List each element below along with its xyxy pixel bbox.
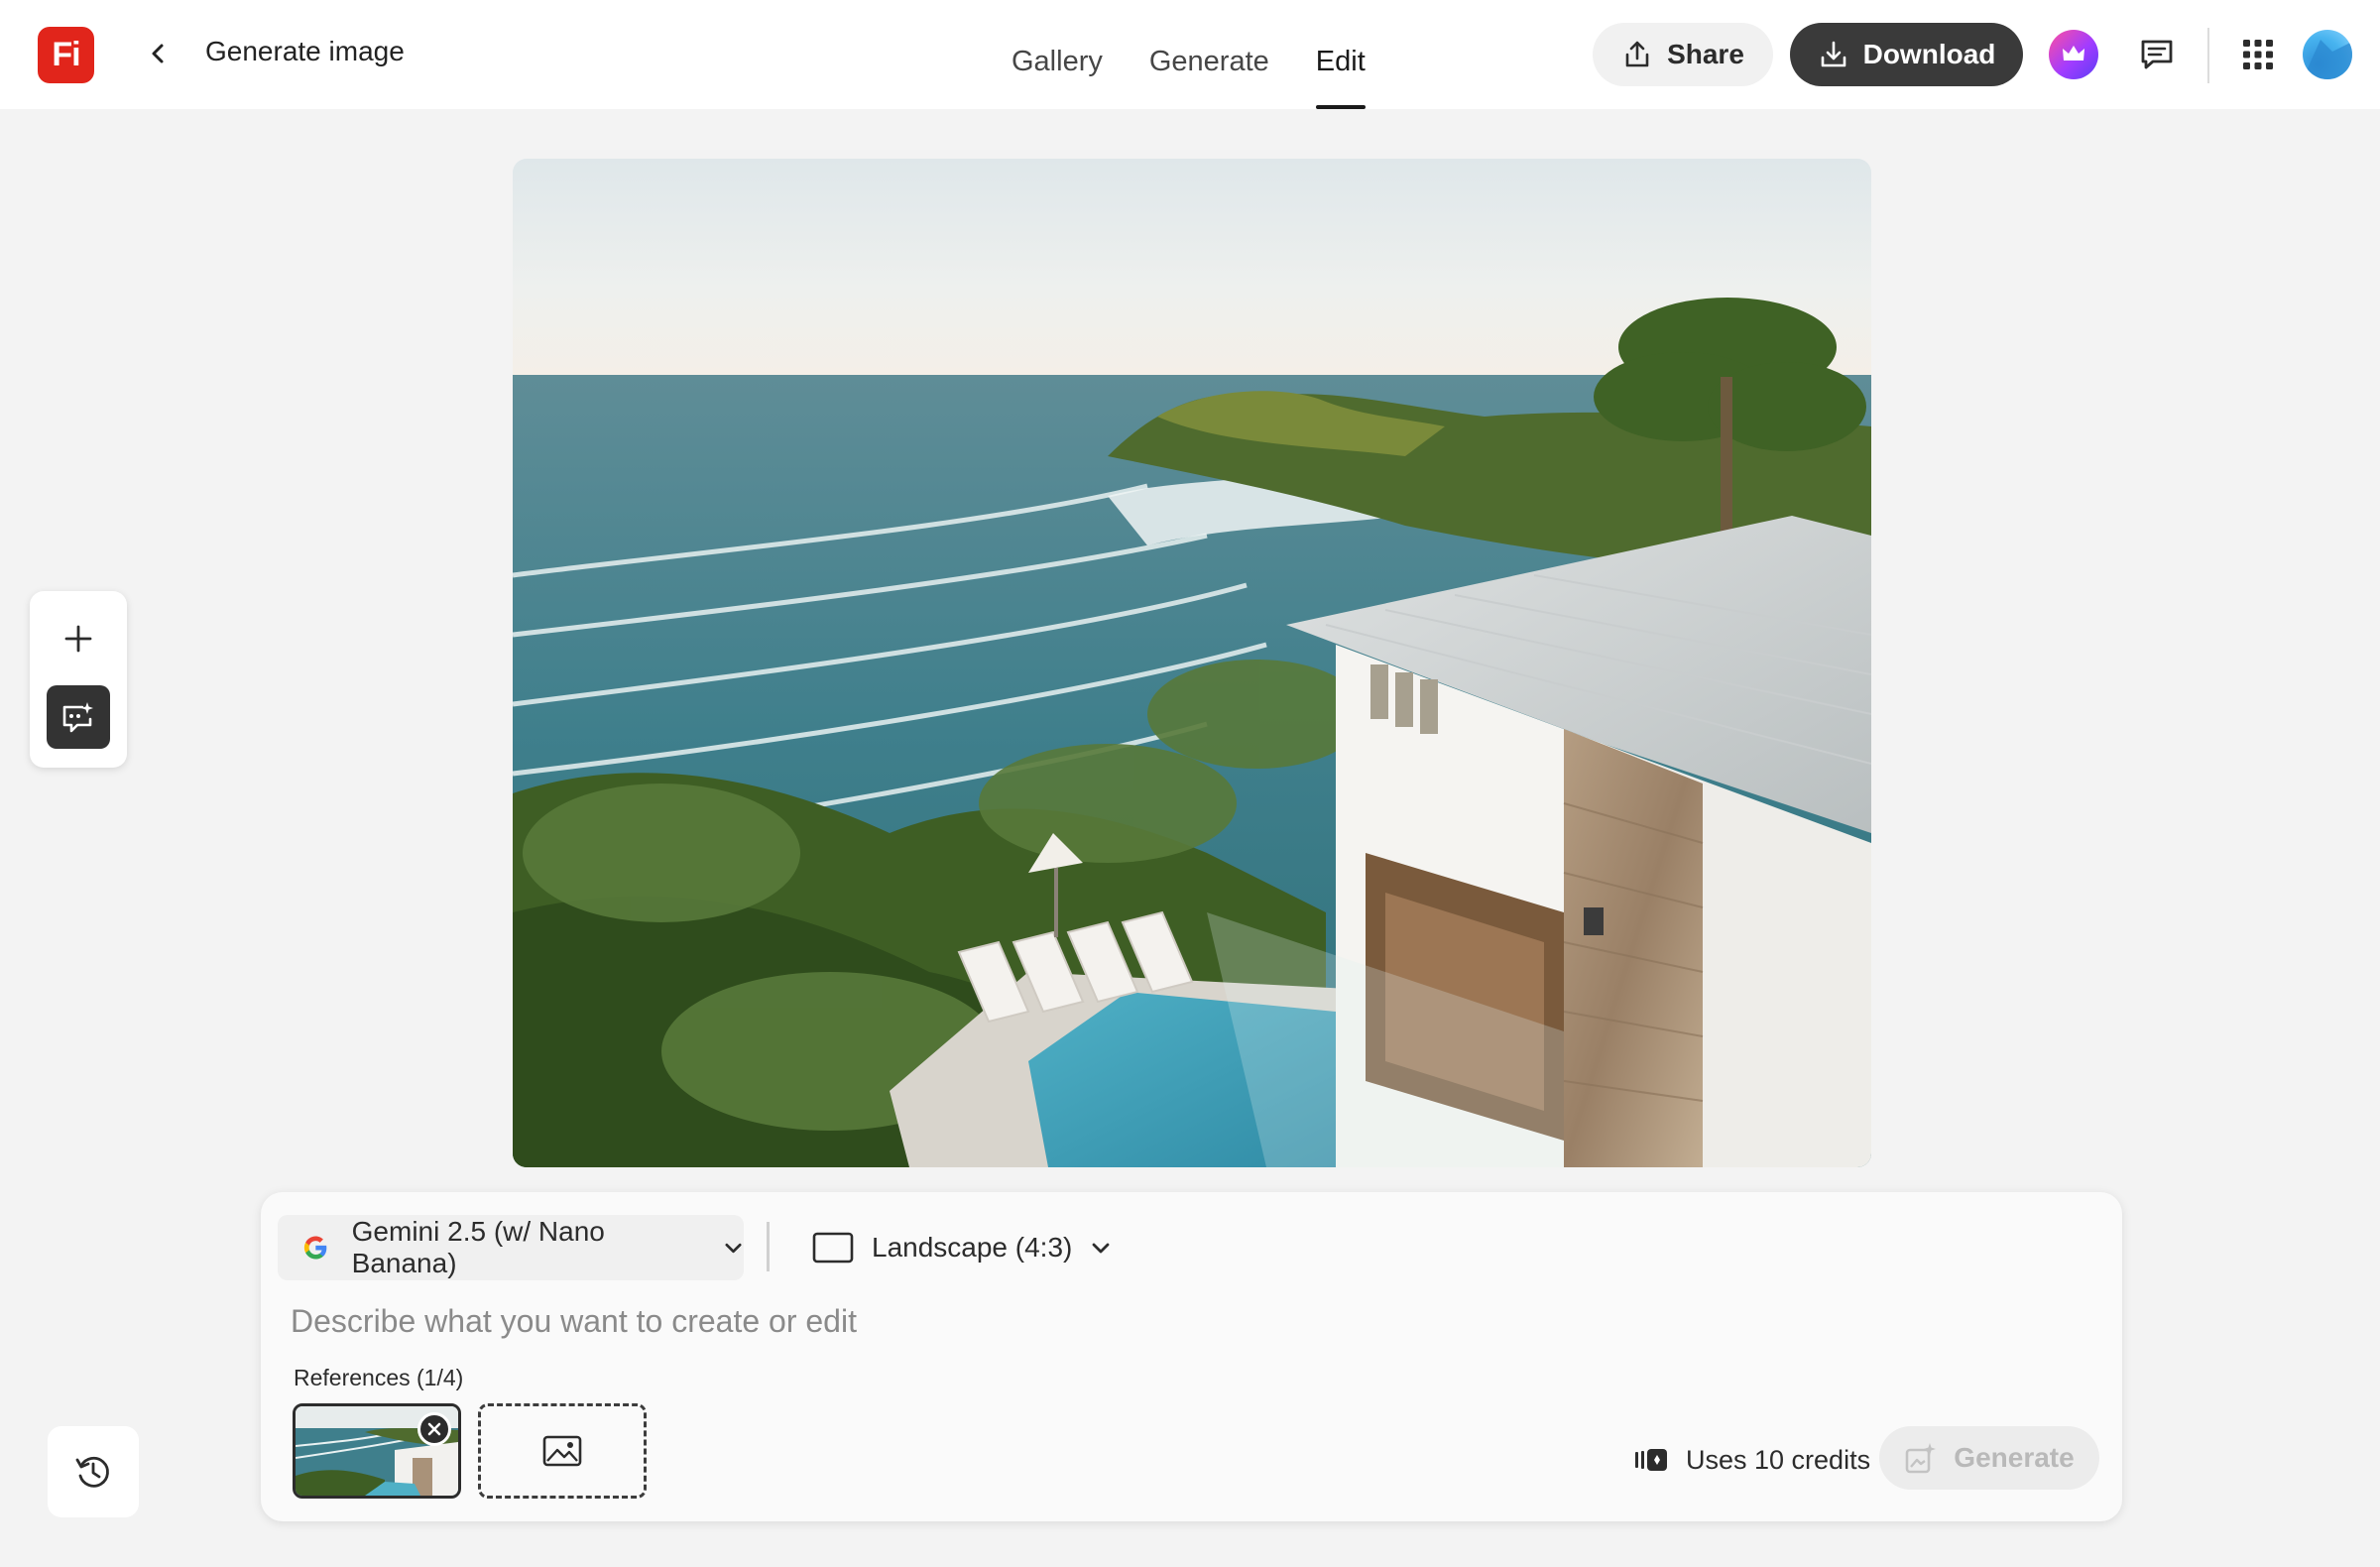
page-title: Generate image — [205, 36, 405, 66]
prompt-divider — [767, 1222, 770, 1271]
comments-button[interactable] — [2132, 30, 2182, 79]
google-icon — [303, 1236, 327, 1260]
prompt-panel: Gemini 2.5 (w/ Nano Banana) Landscape (4… — [261, 1192, 2122, 1521]
apps-button[interactable] — [2233, 30, 2283, 79]
download-label: Download — [1862, 39, 1996, 69]
plus-icon — [64, 625, 92, 653]
credits-icon — [1635, 1449, 1667, 1471]
chevron-down-icon — [725, 1243, 742, 1254]
download-icon — [1821, 41, 1845, 67]
prompt-tool-button[interactable] — [47, 685, 110, 749]
history-button[interactable] — [48, 1426, 139, 1517]
header-divider — [2207, 28, 2209, 83]
credits-info: Uses 10 credits — [1634, 1440, 1870, 1480]
generated-image[interactable] — [513, 159, 1871, 1167]
chat-icon — [2141, 40, 2173, 69]
prompt-sparkle-icon — [62, 702, 93, 733]
aspect-ratio-label: Landscape (4:3) — [872, 1232, 1073, 1263]
aspect-ratio-select[interactable]: Landscape (4:3) — [812, 1215, 1112, 1280]
tab-generate[interactable]: Generate — [1149, 0, 1269, 109]
mode-tabs: Gallery Generate Edit — [1012, 0, 1412, 109]
history-icon — [75, 1456, 109, 1488]
model-select[interactable]: Gemini 2.5 (w/ Nano Banana) — [278, 1215, 744, 1280]
close-icon — [427, 1422, 441, 1436]
landscape-frame-icon — [812, 1232, 854, 1264]
tab-edit[interactable]: Edit — [1315, 0, 1366, 109]
apps-grid-icon — [2243, 40, 2273, 69]
download-button[interactable]: Download — [1790, 23, 2023, 86]
tab-gallery[interactable]: Gallery — [1012, 0, 1103, 109]
model-label: Gemini 2.5 (w/ Nano Banana) — [351, 1216, 605, 1278]
remove-reference-button[interactable] — [417, 1412, 451, 1446]
chevron-left-icon — [152, 44, 164, 63]
share-label: Share — [1667, 39, 1744, 69]
references-label: References (1/4) — [294, 1365, 464, 1390]
prompt-input[interactable] — [291, 1293, 2076, 1349]
add-reference-button[interactable] — [478, 1403, 647, 1499]
generate-sparkle-icon — [1905, 1443, 1937, 1474]
add-button[interactable] — [47, 607, 110, 670]
generate-button[interactable]: Generate — [1879, 1426, 2099, 1490]
crown-icon — [2063, 46, 2084, 60]
left-toolbar — [30, 591, 127, 768]
generate-label: Generate — [1954, 1442, 2075, 1473]
coastal-villa-photo — [513, 159, 1871, 1167]
top-bar: Fi Generate image Gallery Generate Edit … — [0, 0, 2380, 109]
user-avatar[interactable] — [2303, 30, 2352, 79]
back-button[interactable] — [139, 34, 178, 73]
share-icon — [1625, 41, 1649, 67]
app-logo-text: Fi — [52, 36, 80, 73]
image-icon — [542, 1435, 582, 1467]
chevron-down-icon — [1092, 1243, 1110, 1254]
avatar-image — [2303, 40, 2352, 79]
share-button[interactable]: Share — [1593, 23, 1773, 86]
app-logo[interactable]: Fi — [38, 27, 94, 83]
premium-button[interactable] — [2049, 30, 2098, 79]
credits-label: Uses 10 credits — [1686, 1444, 1871, 1475]
